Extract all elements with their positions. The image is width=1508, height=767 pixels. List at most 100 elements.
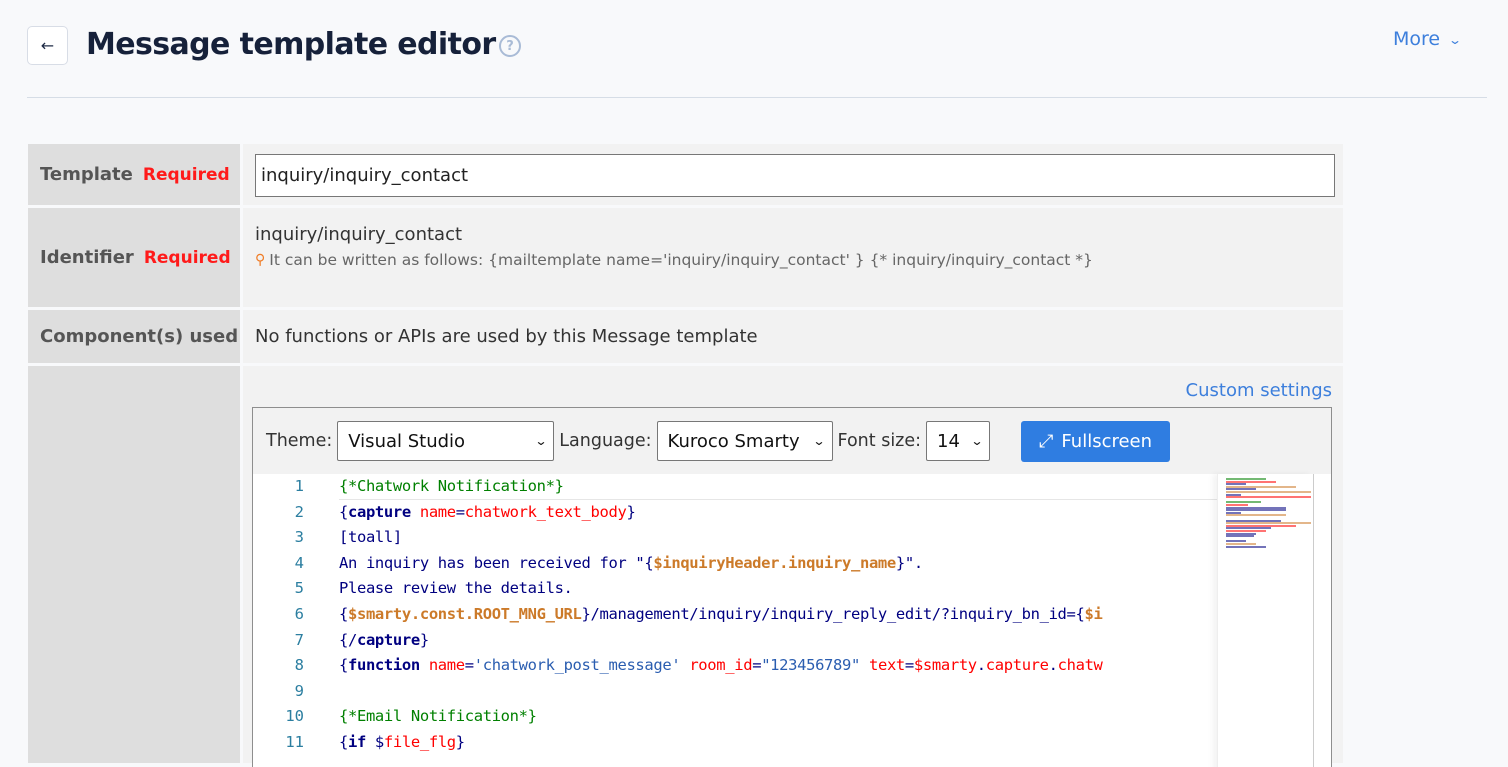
code-token: {*Chatwork Notification*}	[339, 477, 564, 495]
code-token: capture	[347, 502, 411, 521]
line-number: 8	[294, 656, 304, 675]
arrow-left-icon: ←	[40, 36, 55, 55]
editor-toolbar: Theme: Visual Studio ⌄ Language: Kuroco …	[253, 408, 1331, 474]
code-minimap[interactable]	[1217, 474, 1313, 767]
code-line: {function name='chatwork_post_message' r…	[339, 653, 1217, 679]
code-token: chatw	[1057, 656, 1103, 675]
editor-label-cell	[28, 366, 240, 763]
code-token: $i	[1084, 604, 1103, 623]
template-input[interactable]	[255, 154, 1335, 197]
language-select[interactable]: Kuroco Smarty ⌄	[656, 421, 833, 461]
line-number: 2	[294, 502, 304, 521]
code-token: if	[347, 732, 366, 751]
theme-select-value: Visual Studio	[348, 430, 466, 452]
components-value-cell: No functions or APIs are used by this Me…	[243, 310, 1343, 363]
minimap-line	[1226, 514, 1286, 517]
line-number: 9	[294, 681, 304, 700]
code-token: $	[365, 732, 384, 751]
code-token: name	[428, 656, 465, 675]
code-token: =	[455, 502, 465, 521]
template-form: Template Required Identifier Required in…	[28, 144, 1343, 767]
code-token: =	[752, 656, 762, 675]
code-line: {$smarty.const.ROOT_MNG_URL}/management/…	[339, 602, 1217, 628]
code-token: room_id	[689, 656, 753, 675]
code-area[interactable]: 1 2 3 4 5 6 7 8 9 10 11 {*Chatwork Notification*} {…	[253, 474, 1331, 767]
line-number: 5	[294, 579, 304, 598]
custom-settings-link[interactable]: Custom settings	[1186, 380, 1332, 401]
code-token: }".	[895, 553, 923, 572]
code-token: function	[347, 656, 420, 675]
code-token: $smarty	[913, 656, 977, 675]
code-token: }/management/inquiry/inquiry_reply_edit/…	[581, 604, 1085, 623]
minimap-line	[1226, 535, 1254, 538]
code-line: {/capture}	[339, 628, 1217, 654]
code-token: .	[1048, 656, 1058, 675]
language-label: Language:	[559, 431, 652, 451]
code-token: text	[868, 656, 905, 675]
code-token: {/	[339, 630, 357, 649]
more-dropdown-button[interactable]: More ⌄	[1393, 26, 1462, 52]
chevron-down-icon: ⌄	[534, 434, 548, 448]
code-line: {if $file_flg}	[339, 730, 1217, 756]
form-row-template: Template Required	[28, 144, 1343, 208]
identifier-label-cell: Identifier Required	[28, 208, 240, 307]
code-line: An inquiry has been received for "{$inqu…	[339, 551, 1217, 577]
line-number: 4	[294, 553, 304, 572]
code-line: {capture name=chatwork_text_body}	[339, 500, 1217, 526]
required-badge: Required	[142, 164, 230, 185]
line-number: 3	[294, 528, 304, 547]
back-button[interactable]: ←	[27, 26, 68, 65]
identifier-label: Identifier	[40, 247, 134, 268]
page-title: Message template editor	[86, 27, 496, 62]
language-select-value: Kuroco Smarty	[667, 430, 800, 452]
line-number-gutter: 1 2 3 4 5 6 7 8 9 10 11	[253, 474, 331, 756]
line-number: 1	[294, 477, 304, 495]
components-value: No functions or APIs are used by this Me…	[255, 326, 758, 347]
header-divider	[27, 97, 1487, 98]
code-token: $smarty.const.ROOT_MNG_URL	[347, 604, 582, 623]
code-token: Please review the details.	[339, 579, 573, 598]
code-token: name	[419, 502, 456, 521]
code-token: [toall]	[339, 528, 402, 547]
fullscreen-button[interactable]: ⤢ Fullscreen	[1021, 420, 1171, 462]
font-size-label: Font size:	[837, 431, 922, 451]
editor-scrollbar[interactable]	[1313, 474, 1331, 767]
code-token: {*Email Notification*}	[339, 707, 537, 726]
page-header: ← Message template editor ? More ⌄	[0, 0, 1508, 98]
theme-label: Theme:	[266, 431, 333, 451]
font-size-select[interactable]: 14 ⌄	[926, 421, 991, 461]
identifier-value-cell: inquiry/inquiry_contact ⚲ It can be writ…	[243, 208, 1343, 307]
line-number: 6	[294, 604, 304, 623]
code-line: Please review the details.	[339, 576, 1217, 602]
form-row-identifier: Identifier Required inquiry/inquiry_cont…	[28, 208, 1343, 310]
code-token: }	[626, 502, 636, 521]
form-row-editor: Custom settings Theme: Visual Studio ⌄ L…	[28, 366, 1343, 767]
question-circle-icon[interactable]: ?	[499, 35, 521, 57]
expand-arrows-icon: ⤢	[1039, 430, 1054, 452]
required-badge: Required	[143, 247, 231, 268]
theme-select[interactable]: Visual Studio ⌄	[337, 421, 555, 461]
code-token: capture	[985, 656, 1049, 675]
code-token: =	[904, 656, 914, 675]
code-token: {	[339, 656, 348, 675]
more-label: More	[1393, 28, 1441, 50]
line-number: 11	[285, 732, 304, 751]
code-line: {*Email Notification*}	[339, 704, 1217, 730]
code-token: =	[464, 656, 474, 675]
line-number: 7	[294, 630, 304, 649]
components-label-cell: Component(s) used	[28, 310, 240, 363]
code-token: 'chatwork_post_message'	[473, 656, 681, 675]
form-row-components: Component(s) used No functions or APIs a…	[28, 310, 1343, 366]
line-number: 10	[285, 707, 304, 726]
code-token: file_flg	[383, 732, 456, 751]
code-token: "123456789"	[761, 656, 860, 675]
code-token: {	[339, 502, 348, 521]
code-lines[interactable]: {*Chatwork Notification*} {capture name=c…	[339, 474, 1217, 756]
code-token: An inquiry has been received for "{	[339, 553, 654, 572]
template-value-cell	[243, 144, 1343, 205]
chevron-down-icon: ⌄	[812, 434, 827, 448]
code-token: }	[419, 630, 429, 649]
